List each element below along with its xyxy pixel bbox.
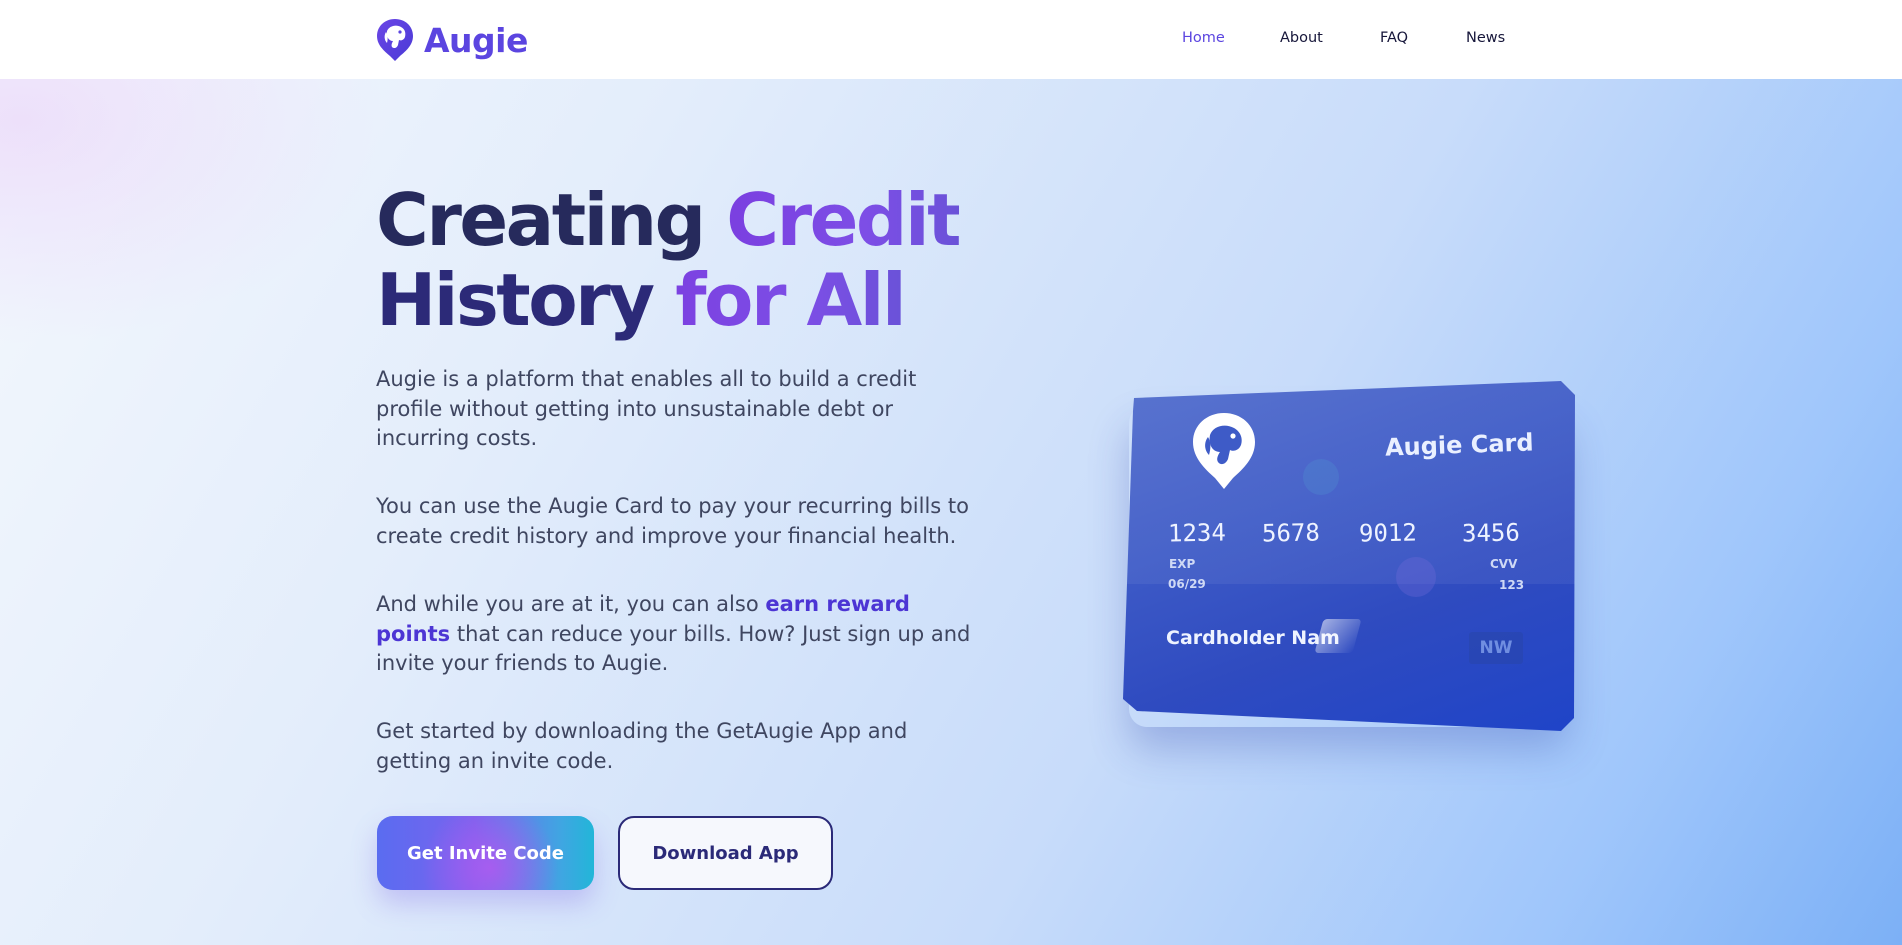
card-exp-value: 06/29	[1168, 577, 1206, 591]
hero-paragraph-3: And while you are at it, you can also ea…	[376, 590, 976, 679]
paragraph-3-text-a: And while you are at it, you can also	[376, 592, 766, 616]
get-invite-code-button[interactable]: Get Invite Code	[377, 816, 594, 890]
logo-link[interactable]: Augie	[376, 18, 528, 62]
card-body: Augie Card 1234 5678 9012 3456 EXP 06/29…	[1123, 381, 1575, 731]
card-title: Augie Card	[1384, 428, 1534, 462]
headline-part-1: Creating	[376, 178, 727, 262]
card-number-group-3: 9012	[1358, 518, 1418, 548]
hero-paragraph-4: Get started by downloading the GetAugie …	[376, 719, 908, 773]
nav-faq[interactable]: FAQ	[1380, 30, 1408, 46]
download-app-button[interactable]: Download App	[618, 816, 833, 890]
brand-name: Augie	[424, 20, 528, 60]
paragraph-3-text-b: that can reduce your bills. How? Just si…	[376, 621, 971, 676]
card-cvv-value: 123	[1499, 578, 1525, 592]
augie-card: Augie Card 1234 5678 9012 3456 EXP 06/29…	[1123, 381, 1575, 731]
card-exp-label: EXP	[1169, 557, 1196, 571]
hero-paragraph-1: Augie is a platform that enables all to …	[376, 367, 917, 450]
card-glare	[1314, 619, 1362, 653]
headline-part-2: Credit	[726, 178, 961, 262]
card-decor-dot	[1396, 557, 1436, 597]
header: Augie Home About FAQ News	[0, 0, 1902, 79]
nav-home[interactable]: Home	[1182, 30, 1225, 46]
card-cvv-label: CVV	[1490, 557, 1518, 571]
card-badge: NW	[1469, 632, 1523, 664]
dog-head-icon	[1191, 411, 1257, 491]
card-holder-name: Cardholder Nam	[1166, 627, 1340, 649]
card-decor-dot	[1303, 459, 1339, 495]
page: Augie Home About FAQ News Creating Credi…	[0, 0, 1902, 945]
nav-about[interactable]: About	[1280, 30, 1323, 46]
nav-news[interactable]: News	[1466, 30, 1505, 46]
headline-part-3: History	[376, 258, 655, 342]
card-number-group-2: 5678	[1261, 518, 1321, 548]
headline-part-4: for All	[652, 258, 906, 342]
dog-head-icon	[376, 18, 414, 62]
card-number-group-1: 1234	[1167, 518, 1227, 548]
hero-paragraph-2: You can use the Augie Card to pay your r…	[376, 494, 969, 548]
card-number-group-4: 3456	[1461, 518, 1521, 548]
hero-headline: Creating Credit History for All	[376, 178, 962, 342]
